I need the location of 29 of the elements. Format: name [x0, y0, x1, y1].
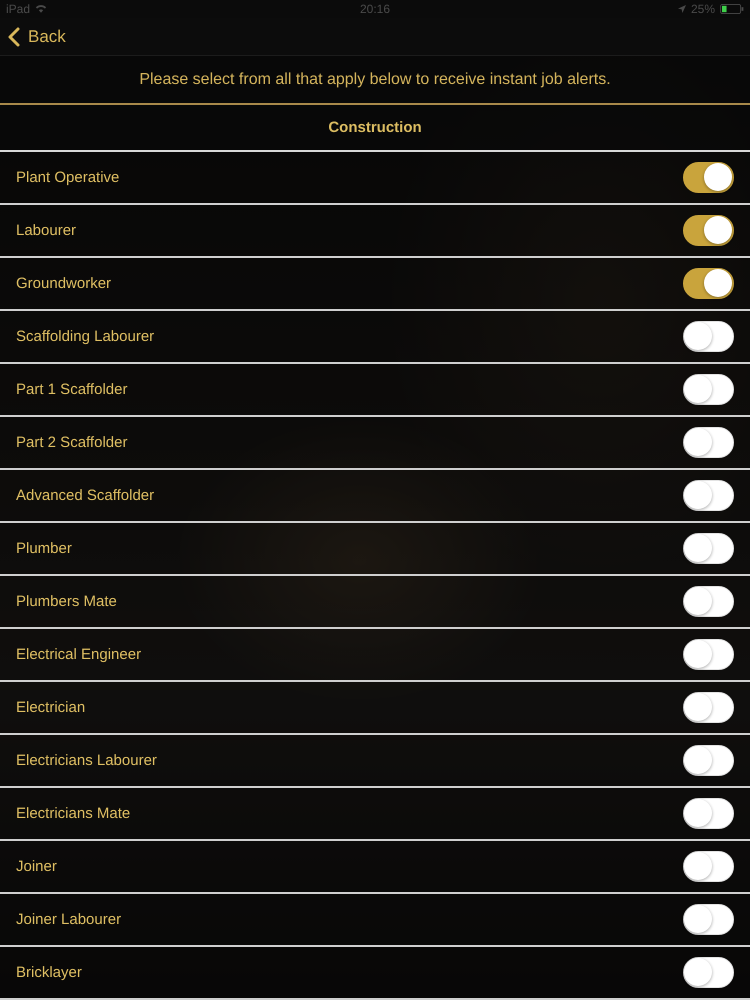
- job-label: Electrical Engineer: [16, 646, 142, 663]
- job-label: Electrician: [16, 699, 86, 716]
- back-button[interactable]: Back: [8, 24, 66, 49]
- toggle-switch[interactable]: [683, 162, 734, 193]
- location-arrow-icon: [678, 4, 686, 13]
- job-label: Part 2 Scaffolder: [16, 434, 128, 451]
- toggle-switch[interactable]: [683, 268, 734, 299]
- carrier-name: iPad: [6, 2, 30, 16]
- job-label: Groundworker: [16, 275, 112, 292]
- job-label: Bricklayer: [16, 964, 82, 981]
- job-label: Plant Operative: [16, 169, 120, 186]
- chevron-left-icon: [8, 26, 20, 47]
- toggle-switch[interactable]: [683, 215, 734, 246]
- instructions-text: Please select from all that apply below to receive instant job alerts.: [139, 70, 611, 89]
- job-label: Joiner Labourer: [16, 911, 122, 928]
- job-label: Part 1 Scaffolder: [16, 381, 128, 398]
- job-label: Advanced Scaffolder: [16, 487, 154, 504]
- wifi-icon: [35, 4, 48, 14]
- job-label: Plumbers Mate: [16, 593, 117, 610]
- job-label: Scaffolding Labourer: [16, 328, 154, 345]
- job-label: Electricians Mate: [16, 805, 130, 822]
- job-label: Joiner: [16, 858, 57, 875]
- battery-icon: [720, 4, 744, 14]
- job-label: Labourer: [16, 222, 76, 239]
- job-label: Electricians Labourer: [16, 752, 157, 769]
- job-label: Plumber: [16, 540, 72, 557]
- section-header: Construction: [328, 119, 422, 136]
- status-time: 20:16: [360, 2, 390, 16]
- battery-percent: 25%: [690, 2, 715, 16]
